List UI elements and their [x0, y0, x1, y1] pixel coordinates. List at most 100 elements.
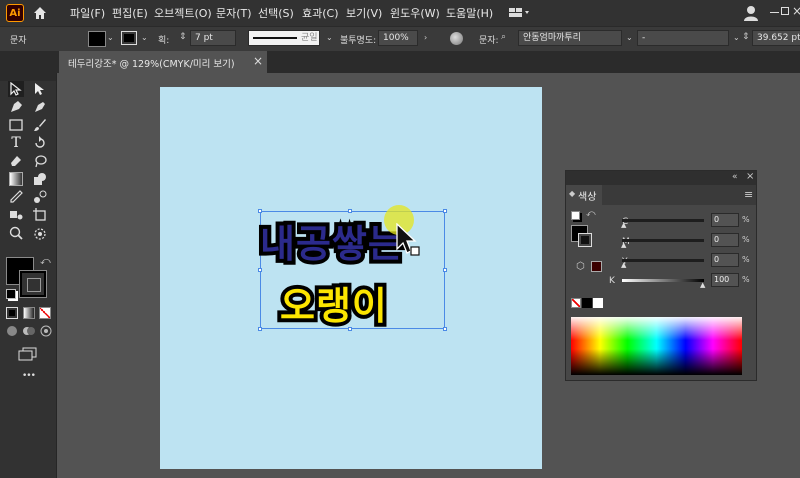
channel-y-slider[interactable]	[622, 259, 704, 262]
color-panel-tab[interactable]: ◆ 색상	[566, 185, 602, 205]
close-icon[interactable]: ×	[792, 4, 800, 18]
channel-c-thumb[interactable]: ▲	[621, 221, 626, 229]
direct-selection-tool-icon[interactable]	[32, 81, 48, 97]
workspace-icon[interactable]	[508, 6, 530, 20]
eyedropper-tool-icon[interactable]	[8, 189, 24, 205]
brush-tool-icon[interactable]	[32, 117, 48, 133]
draw-inside-icon[interactable]	[40, 325, 52, 337]
minimize-icon[interactable]	[770, 12, 779, 13]
artboard[interactable]: 내공쌓는 오랭이	[160, 87, 542, 469]
eraser-tool-icon[interactable]	[8, 153, 24, 169]
menu-type[interactable]: 문자(T)	[216, 5, 252, 21]
default-colors-icon[interactable]	[6, 289, 16, 299]
lasso-tool-icon[interactable]	[32, 153, 48, 169]
font-size-field[interactable]: 39.652 pt	[752, 30, 800, 46]
channel-y-value[interactable]: 0	[711, 253, 739, 267]
artwork-text-line-1[interactable]: 내공쌓는	[256, 213, 407, 270]
zoom-tool-icon[interactable]	[8, 225, 24, 241]
pen-tool-icon[interactable]	[8, 99, 24, 115]
draw-normal-icon[interactable]	[6, 325, 18, 337]
swap-colors-icon[interactable]: ⤺	[586, 209, 596, 219]
artwork-text-line-2[interactable]: 오랭이	[276, 275, 391, 332]
gradient-mode-icon[interactable]	[23, 307, 35, 319]
stroke-weight-field[interactable]: 7 pt	[190, 30, 236, 46]
black-swatch[interactable]	[582, 298, 592, 308]
selection-handle[interactable]	[258, 268, 262, 272]
menu-effect[interactable]: 효과(C)	[302, 5, 339, 21]
font-family-dropdown-icon[interactable]: ⌄	[626, 33, 633, 42]
white-swatch[interactable]	[593, 298, 603, 308]
menu-edit[interactable]: 편집(E)	[112, 5, 148, 21]
stroke-dropdown-icon[interactable]: ⌄	[141, 33, 148, 42]
stepper-icon[interactable]: ⇕	[179, 32, 187, 42]
hand-tool-icon[interactable]	[32, 225, 48, 241]
symbol-sprayer-tool-icon[interactable]	[8, 207, 24, 223]
font-size-stepper-icon[interactable]: ⇕	[742, 32, 750, 42]
menu-object[interactable]: 오브젝트(O)	[154, 5, 212, 21]
color-panel-title: 색상	[578, 192, 597, 203]
color-spectrum[interactable]	[571, 317, 742, 375]
panel-collapse-icon[interactable]: «	[732, 172, 738, 182]
selection-handle[interactable]	[443, 327, 447, 331]
stroke-style-field[interactable]: 균일	[248, 30, 320, 46]
document-tab-close-icon[interactable]: ×	[253, 54, 263, 68]
curvature-tool-icon[interactable]	[32, 99, 48, 115]
menu-help[interactable]: 도움말(H)	[446, 5, 493, 21]
gradient-tool-icon[interactable]	[8, 171, 24, 187]
type-tool-icon[interactable]: T	[8, 135, 24, 151]
channel-m-slider[interactable]	[622, 239, 704, 242]
font-search-icon[interactable]: ⌕	[501, 32, 506, 42]
out-of-gamut-icon[interactable]: ⬡	[576, 261, 585, 272]
blend-tool-icon[interactable]	[32, 189, 48, 205]
fill-swatch[interactable]	[88, 31, 106, 47]
font-family-field[interactable]: 안동엄마까투리	[518, 30, 622, 46]
channel-y-thumb[interactable]: ▲	[621, 261, 626, 269]
channel-c-value[interactable]: 0	[711, 213, 739, 227]
color-panel-header[interactable]: « ×	[566, 171, 756, 185]
stroke-style-dropdown-icon[interactable]: ⌄	[326, 33, 333, 42]
stroke-swatch[interactable]	[121, 31, 137, 45]
screen-mode-icon[interactable]	[18, 347, 38, 361]
menu-file[interactable]: 파일(F)	[70, 5, 105, 21]
opacity-field[interactable]: 100%	[378, 30, 418, 46]
draw-behind-icon[interactable]	[22, 325, 36, 337]
channel-m-value[interactable]: 0	[711, 233, 739, 247]
channel-k-thumb[interactable]: ▲	[700, 281, 705, 289]
opacity-arrow-icon[interactable]: ›	[424, 33, 427, 42]
channel-k-value[interactable]: 100	[711, 273, 739, 287]
channel-k-slider[interactable]	[622, 279, 704, 282]
color-mode-icon[interactable]	[6, 307, 18, 319]
panel-close-icon[interactable]: ×	[746, 171, 754, 182]
recolor-icon[interactable]	[450, 32, 463, 45]
selection-handle[interactable]	[443, 268, 447, 272]
document-tab[interactable]: 테두리강조* @ 129%(CMYK/미리 보기) ×	[59, 51, 267, 73]
channel-m-thumb[interactable]: ▲	[621, 241, 626, 249]
more-tools-icon[interactable]: •••	[22, 371, 36, 381]
shape-builder-tool-icon[interactable]	[32, 171, 48, 187]
default-fill-stroke-icon[interactable]	[571, 211, 580, 220]
artboard-tool-icon[interactable]	[32, 207, 48, 223]
none-mode-icon[interactable]	[39, 307, 51, 319]
none-swatch[interactable]	[571, 298, 581, 308]
rotate-tool-icon[interactable]	[32, 135, 48, 151]
menu-select[interactable]: 선택(S)	[258, 5, 294, 21]
font-style-dropdown-icon[interactable]: ⌄	[733, 33, 740, 42]
panel-menu-icon[interactable]: ≡	[744, 188, 753, 201]
home-icon[interactable]	[32, 5, 48, 21]
menu-view[interactable]: 보기(V)	[346, 5, 382, 21]
tools-panel-grip[interactable]	[0, 73, 56, 81]
maximize-icon[interactable]	[781, 7, 789, 15]
panel-stroke-swatch[interactable]	[578, 233, 592, 247]
selection-handle[interactable]	[258, 327, 262, 331]
channel-c-slider[interactable]	[622, 219, 704, 222]
menu-window[interactable]: 윈도우(W)	[390, 5, 440, 21]
selection-handle[interactable]	[443, 209, 447, 213]
font-style-field[interactable]: -	[637, 30, 729, 46]
user-icon[interactable]	[742, 4, 760, 22]
gamut-warning-swatch[interactable]	[591, 261, 602, 272]
selection-tool-icon[interactable]	[8, 81, 24, 97]
rectangle-tool-icon[interactable]	[8, 117, 24, 133]
stroke-color-swatch[interactable]	[20, 271, 46, 297]
swap-colors-icon[interactable]: ⤺	[40, 256, 51, 267]
fill-dropdown-icon[interactable]: ⌄	[107, 33, 114, 42]
